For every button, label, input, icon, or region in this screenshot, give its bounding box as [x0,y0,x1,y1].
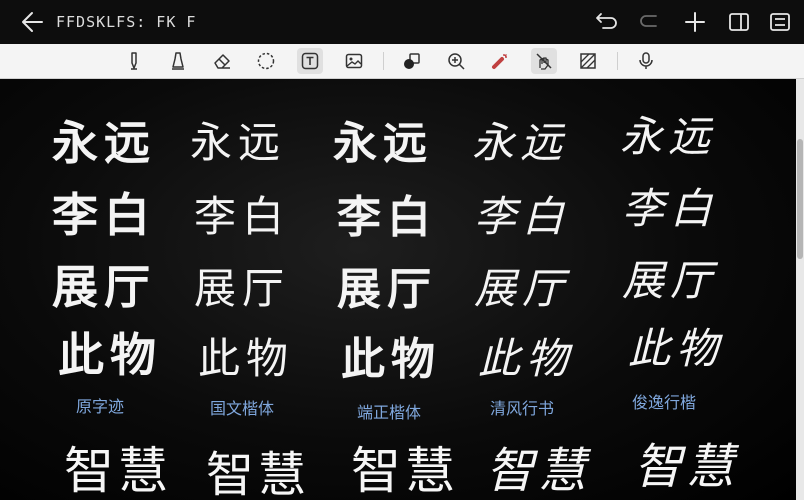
sample-word: 永远 [52,116,156,170]
laser-pointer-icon[interactable] [487,48,513,74]
hand-pen-icon[interactable] [531,48,557,74]
font-sample-column: 永远 李白 展厅 此物 清风行书 智慧 [472,79,612,500]
lasso-icon[interactable] [253,48,279,74]
redo-icon[interactable] [638,10,662,34]
toolbar-divider [617,52,618,70]
sample-word: 此物 [478,334,575,383]
toolbar-divider [383,52,384,70]
zoom-in-icon[interactable] [443,48,469,74]
undo-icon[interactable] [593,10,617,34]
sample-word: 展厅 [194,264,291,313]
pen-icon[interactable] [121,48,147,74]
font-label: 清风行书 [490,399,555,418]
sample-word: 永远 [190,118,287,167]
sample-word: 展厅 [474,264,571,313]
font-label: 俊逸行楷 [632,393,697,412]
sample-word: 展厅 [622,257,719,304]
marker-icon[interactable] [165,48,191,74]
sample-word-large: 智慧 [351,443,459,499]
sample-word-large: 智慧 [206,447,311,500]
shapes-icon[interactable] [399,48,425,74]
sample-word: 李白 [337,193,437,242]
font-sample-column: 永远 李白 展厅 此物 原字迹 智慧 [48,79,188,500]
font-label: 原字迹 [76,397,125,416]
sample-word: 展厅 [52,260,156,314]
sample-word: 永远 [620,113,717,160]
toolbar [0,44,804,79]
sample-word-large: 智慧 [486,443,591,499]
sample-word: 永远 [472,118,569,167]
font-sample-column: 永远 李白 展厅 此物 国文楷体 智慧 [190,79,330,500]
sample-word: 此物 [58,328,162,382]
sample-word: 此物 [198,334,295,383]
sample-word: 永远 [333,119,433,168]
sample-word: 展厅 [337,265,437,314]
font-sample-column: 永远 李白 展厅 此物 俊逸行楷 智慧 [620,79,760,500]
note-title[interactable]: FFDSKLFS: FK F [56,13,196,31]
vertical-scrollbar[interactable] [796,79,804,500]
microphone-icon[interactable] [633,48,659,74]
sample-word: 李白 [52,188,156,242]
image-icon[interactable] [341,48,367,74]
eraser-icon[interactable] [209,48,235,74]
font-label: 端正楷体 [357,405,422,422]
font-sample-column: 永远 李白 展厅 此物 端正楷体 智慧 [333,79,473,500]
sidebar-icon[interactable] [727,10,751,34]
sample-word: 李白 [194,192,291,241]
title-bar: FFDSKLFS: FK F [0,0,804,44]
scrollbar-thumb[interactable] [797,139,803,259]
sample-word: 李白 [474,192,571,241]
sample-word: 此物 [628,325,725,372]
hatch-pattern-icon[interactable] [575,48,601,74]
sample-word: 李白 [622,185,719,232]
sample-word-large: 智慧 [634,441,739,494]
add-icon[interactable] [683,10,707,34]
sample-word-large: 智慧 [64,442,172,500]
font-label: 国文楷体 [210,399,275,418]
text-box-icon[interactable] [297,48,323,74]
arrow-left-icon[interactable] [18,9,46,35]
note-canvas[interactable]: 永远 李白 展厅 此物 原字迹 智慧 永远 李白 展厅 此物 国文楷体 智慧 永… [0,79,796,500]
more-icon[interactable] [768,10,792,34]
sample-word: 此物 [341,335,441,384]
